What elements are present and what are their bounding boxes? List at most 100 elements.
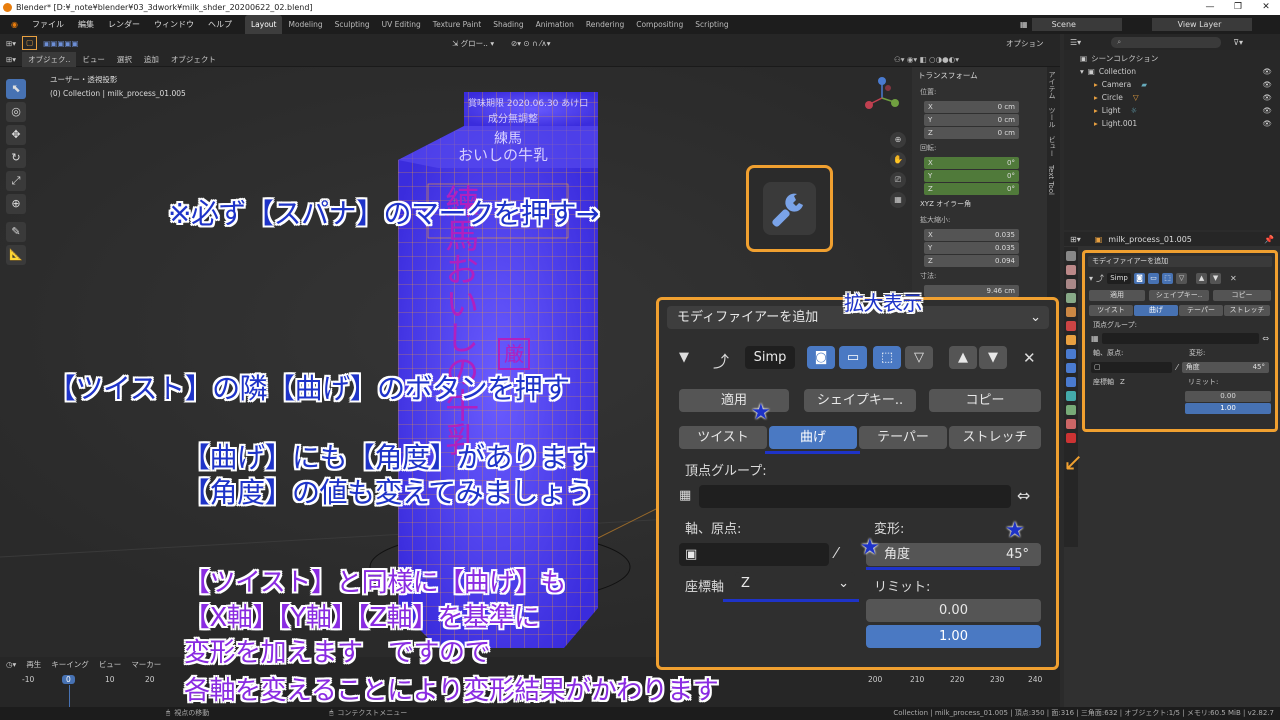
- location-x-field[interactable]: X 0 cm: [924, 101, 1019, 113]
- move-tool-icon[interactable]: ✥: [6, 125, 26, 145]
- object-tab-icon[interactable]: [1066, 335, 1076, 345]
- visibility-eye-icon[interactable]: 👁: [1262, 91, 1272, 104]
- move-up-icon[interactable]: ▲: [1196, 273, 1208, 284]
- zoom-icon[interactable]: ⊕: [890, 132, 906, 148]
- copy-button[interactable]: コピー: [929, 389, 1041, 412]
- maximize-button[interactable]: ❐: [1224, 0, 1252, 15]
- move-up-icon[interactable]: ▲: [949, 346, 977, 369]
- editmode-toggle-icon[interactable]: ⬚: [1162, 273, 1174, 284]
- outliner-item-light-001[interactable]: Light.001: [1102, 117, 1137, 130]
- mode-twist[interactable]: ツイスト: [679, 426, 767, 449]
- viewport-toggle-icon[interactable]: ▭: [839, 346, 867, 369]
- vertex-group-field-small[interactable]: [1101, 333, 1260, 344]
- outliner-editor-icon[interactable]: ☰▾: [1070, 38, 1081, 47]
- rotation-x-field[interactable]: X 0°: [924, 157, 1019, 169]
- dimensions-x-field[interactable]: 9.46 cm: [924, 285, 1019, 297]
- outliner-item-camera[interactable]: Camera: [1102, 78, 1131, 91]
- playback-menu[interactable]: 再生: [26, 659, 41, 670]
- tab-animation[interactable]: Animation: [530, 15, 580, 34]
- minimize-button[interactable]: —: [1196, 0, 1224, 15]
- limit-low-small[interactable]: 0.00: [1185, 391, 1271, 402]
- mode-stretch[interactable]: ストレッチ: [949, 426, 1041, 449]
- visibility-eye-icon[interactable]: 👁: [1262, 104, 1272, 117]
- wrench-modifier-tab-icon[interactable]: [1066, 349, 1076, 359]
- camera-view-icon[interactable]: ⎚: [890, 172, 906, 188]
- shapekey-button[interactable]: シェイプキー..: [804, 389, 916, 412]
- rotation-y-field[interactable]: Y 0°: [924, 170, 1019, 182]
- tab-compositing[interactable]: Compositing: [630, 15, 689, 34]
- menu-render[interactable]: レンダー: [101, 15, 147, 34]
- marker-menu[interactable]: マーカー: [131, 659, 161, 670]
- visibility-eye-icon[interactable]: 👁: [1262, 78, 1272, 91]
- rotation-z-field[interactable]: Z 0°: [924, 183, 1019, 195]
- collapse-icon[interactable]: ▼: [679, 350, 689, 365]
- ortho-grid-icon[interactable]: ▦: [890, 192, 906, 208]
- tab-sculpting[interactable]: Sculpting: [329, 15, 376, 34]
- menu-select[interactable]: 選択: [111, 52, 138, 67]
- select-tool-icon[interactable]: ⬉: [6, 79, 26, 99]
- camera-toggle-icon[interactable]: ◙: [1134, 273, 1146, 284]
- navigation-gizmo[interactable]: [862, 76, 902, 116]
- viewport-toggle-icon[interactable]: ▭: [1148, 273, 1160, 284]
- camera-toggle-icon[interactable]: ◙: [807, 346, 835, 369]
- view-layer-selector[interactable]: View Layer: [1151, 18, 1252, 31]
- timeline-view-menu[interactable]: ビュー: [99, 659, 122, 670]
- properties-editor-icon[interactable]: ⊞▾: [1070, 235, 1081, 244]
- mode-bend-small[interactable]: 曲げ: [1134, 305, 1178, 316]
- menu-file[interactable]: ファイル: [25, 15, 71, 34]
- modifier-name-field-small[interactable]: Simp: [1107, 273, 1132, 284]
- collapse-icon[interactable]: ▾: [1089, 274, 1093, 283]
- blender-menu-icon[interactable]: ◉: [4, 15, 25, 34]
- menu-window[interactable]: ウィンドウ: [147, 15, 201, 34]
- wrench-modifier-button[interactable]: [763, 182, 816, 235]
- physics-tab-icon[interactable]: [1066, 377, 1076, 387]
- outliner-search-input[interactable]: ⌕: [1111, 36, 1222, 48]
- pan-hand-icon[interactable]: ✋: [890, 152, 906, 168]
- filter-icon[interactable]: ⊽▾: [1233, 38, 1243, 47]
- select-mode-icons[interactable]: ▣▣▣▣▣: [37, 36, 84, 51]
- remove-modifier-icon[interactable]: ✕: [1023, 349, 1036, 367]
- editmode-toggle-icon[interactable]: ⬚: [873, 346, 901, 369]
- menu-object[interactable]: オブジェクト: [165, 52, 222, 67]
- outliner-item-circle[interactable]: Circle: [1102, 91, 1123, 104]
- limit-low-field[interactable]: 0.00: [866, 599, 1041, 622]
- options-dropdown[interactable]: オプション: [1000, 36, 1050, 51]
- constraints-tab-icon[interactable]: [1066, 391, 1076, 401]
- menu-edit[interactable]: 編集: [71, 15, 101, 34]
- coord-axis-dropdown-small[interactable]: Z: [1120, 378, 1178, 386]
- outliner-item-collection[interactable]: Collection: [1099, 65, 1136, 78]
- eyedropper-icon[interactable]: ⁄: [835, 544, 838, 562]
- mode-stretch-small[interactable]: ストレッチ: [1224, 305, 1270, 316]
- annotate-tool-icon[interactable]: ✎: [6, 222, 26, 242]
- transform-orientation-dropdown[interactable]: ⇲ グロー.. ▾: [446, 36, 500, 51]
- output-tab-icon[interactable]: [1066, 279, 1076, 289]
- outliner-item-light[interactable]: Light: [1102, 104, 1121, 117]
- tab-scripting[interactable]: Scripting: [689, 15, 734, 34]
- menu-view[interactable]: ビュー: [76, 52, 111, 67]
- pivot-snap-icons[interactable]: ⊘▾ ⊙ ∩ ⁄∧▾: [505, 36, 556, 51]
- mode-bend[interactable]: 曲げ: [769, 426, 857, 449]
- scene-tab-icon[interactable]: [1066, 307, 1076, 317]
- tab-modeling[interactable]: Modeling: [282, 15, 328, 34]
- tab-view[interactable]: ビュー: [1047, 132, 1057, 161]
- modifier-name-field[interactable]: Simp: [745, 346, 795, 369]
- remove-modifier-icon[interactable]: ✕: [1230, 274, 1237, 283]
- location-z-field[interactable]: Z 0 cm: [924, 127, 1019, 139]
- limit-high-small[interactable]: 1.00: [1185, 403, 1271, 414]
- origin-object-field[interactable]: ▣: [679, 543, 829, 566]
- tab-texture-paint[interactable]: Texture Paint: [427, 15, 487, 34]
- select-box-icon[interactable]: ▢: [22, 36, 38, 50]
- shading-buttons[interactable]: ⚇▾ ◉▾ ◧ ○◑●◐▾: [888, 52, 965, 67]
- close-button[interactable]: ✕: [1252, 0, 1280, 15]
- apply-button-small[interactable]: 適用: [1089, 290, 1145, 301]
- scale-tool-icon[interactable]: ⤢: [6, 171, 26, 191]
- scene-collection-label[interactable]: シーンコレクション: [1091, 52, 1158, 65]
- particles-tab-icon[interactable]: [1066, 363, 1076, 373]
- cursor-tool-icon[interactable]: ◎: [6, 102, 26, 122]
- cage-toggle-icon[interactable]: ▽: [1176, 273, 1188, 284]
- mode-taper[interactable]: テーパー: [859, 426, 947, 449]
- rotation-mode-dropdown[interactable]: XYZ オイラー角: [912, 196, 1047, 212]
- data-tab-icon[interactable]: [1066, 405, 1076, 415]
- timeline-editor-icon[interactable]: ◷▾: [6, 660, 16, 669]
- menu-help[interactable]: ヘルプ: [201, 15, 239, 34]
